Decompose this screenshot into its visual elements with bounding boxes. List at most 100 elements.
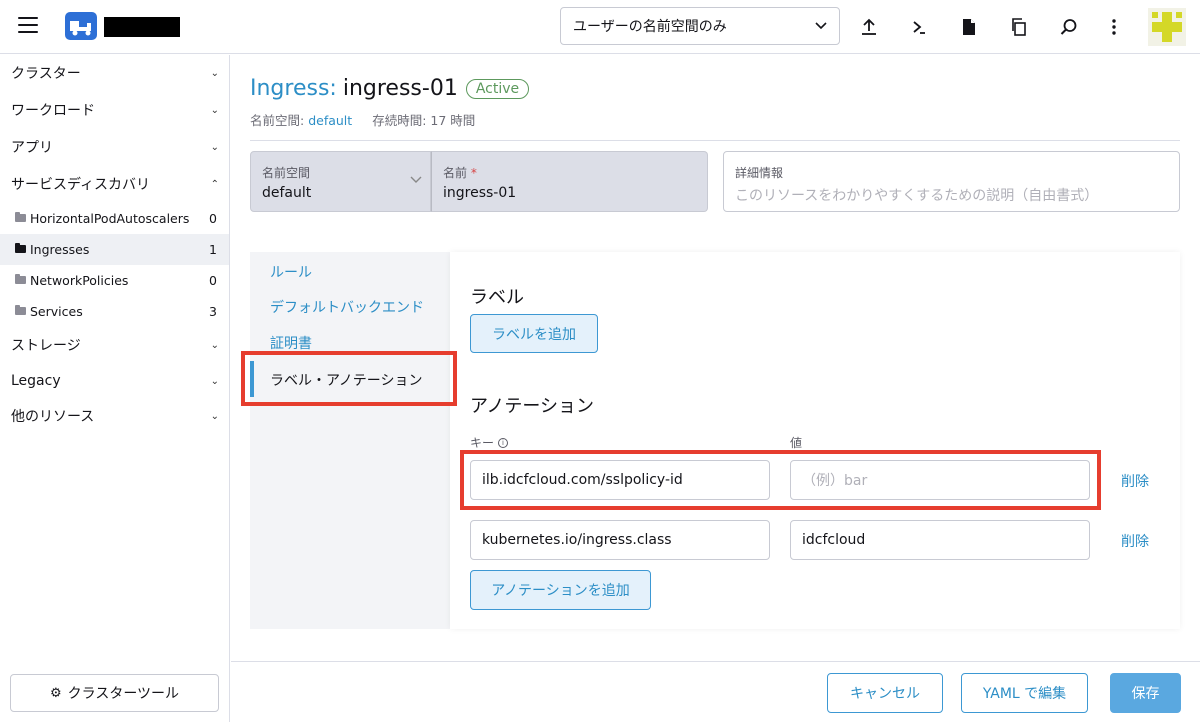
sidebar-item-label: Ingresses [30,242,90,257]
status-badge: Active [465,78,530,99]
chevron-down-icon: ⌄ [210,104,219,116]
value-column-header: 値 [790,436,803,450]
terminal-icon[interactable] [904,12,934,42]
folder-icon [15,304,26,315]
nav-group-label: サービスディスカバリ [11,177,151,193]
sidebar-item-label: HorizontalPodAutoscalers [30,211,190,226]
key-column-header: キー i [470,434,509,451]
add-label-button[interactable]: ラベルを追加 [470,314,598,353]
age-meta-label: 存続時間: [372,113,427,128]
namespace-link[interactable]: default [308,113,352,128]
name-field[interactable]: 名前 * ingress-01 [431,151,708,212]
name-label-text: 名前 [443,166,468,180]
nav-group-label: Legacy [11,373,61,389]
sidebar-item-ingresses[interactable]: Ingresses 1 [0,234,229,265]
chevron-down-icon [815,22,827,30]
name-field-label: 名前 * [443,164,696,181]
labels-heading: ラベル [470,287,524,308]
tab-rules[interactable]: ルール [270,262,312,282]
namespace-meta-label: 名前空間: [250,113,305,128]
edit-yaml-button[interactable]: YAML で編集 [961,673,1088,713]
folder-icon [15,273,26,284]
namespace-field-label: 名前空間 [262,166,311,180]
resource-kind-link[interactable]: Ingress: [250,76,337,101]
age-value: 17 時間 [430,113,476,128]
side-nav: クラスター ⌄ ワークロード ⌄ アプリ ⌄ サービスディスカバリ ⌃ Hori… [0,55,230,722]
namespace-select[interactable]: 名前空間 default [250,151,431,212]
required-marker: * [470,166,477,180]
form-footer: キャンセル YAML で編集 保存 [231,661,1200,722]
sidebar-item-networkpolicies[interactable]: NetworkPolicies 0 [0,265,229,296]
annotation-value-input[interactable]: idcfcloud [790,520,1090,560]
remove-annotation-button[interactable]: 削除 [1121,531,1149,551]
resource-meta: 名前空間: default 存続時間: 17 時間 [250,110,475,129]
search-icon[interactable] [1054,12,1084,42]
chevron-down-icon: ⌄ [210,339,219,351]
nav-group-label: ワークロード [11,103,95,119]
sidebar-item-services[interactable]: Services 3 [0,296,229,327]
copy-icon[interactable] [1004,12,1034,42]
folder-icon [15,242,26,253]
chevron-down-icon [410,176,422,183]
annotations-heading: アノテーション [470,396,595,417]
annotation-key-input[interactable]: kubernetes.io/ingress.class [470,520,770,560]
header-divider [250,140,1180,141]
remove-annotation-button[interactable]: 削除 [1121,471,1149,491]
key-header-label: キー [470,436,495,450]
more-vert-icon[interactable] [1099,12,1129,42]
tab-certificates[interactable]: 証明書 [270,333,312,353]
sidebar-item-count: 1 [209,242,217,257]
sidebar-item-count: 0 [209,211,217,226]
resource-name: ingress-01 [342,76,458,101]
nav-group-storage[interactable]: ストレージ ⌄ [0,327,229,363]
add-annotation-button[interactable]: アノテーションを追加 [470,570,651,610]
nav-group-label: クラスター [11,66,81,82]
nav-group-label: ストレージ [11,338,81,354]
namespace-filter-select[interactable]: ユーザーの名前空間のみ [560,7,840,45]
user-avatar[interactable] [1148,8,1186,46]
file-icon[interactable] [954,12,984,42]
nav-group-other-resources[interactable]: 他のリソース ⌄ [0,398,229,434]
cancel-button[interactable]: キャンセル [827,673,943,713]
nav-group-apps[interactable]: アプリ ⌄ [0,129,229,165]
name-field-value: ingress-01 [443,185,517,201]
sidebar-item-label: NetworkPolicies [30,273,129,288]
menu-icon[interactable] [18,17,38,35]
sidebar-item-count: 0 [209,273,217,288]
nav-group-label: アプリ [11,140,53,156]
namespace-field-value: default [262,185,312,201]
vertical-tabs: ルール デフォルトバックエンド 証明書 ラベル・アノテーション [250,252,450,629]
upload-icon[interactable] [854,12,884,42]
save-button[interactable]: 保存 [1110,673,1181,713]
tab-default-backend[interactable]: デフォルトバックエンド [270,297,424,317]
description-field-label: 詳細情報 [735,166,784,180]
cluster-tools-label: クラスターツール [67,686,180,702]
cluster-name-redacted [104,17,180,37]
folder-icon [15,211,26,222]
gear-icon: ⚙ [49,685,62,701]
nav-group-workload[interactable]: ワークロード ⌄ [0,92,229,128]
nav-group-label: 他のリソース [11,409,95,425]
nav-group-service-discovery[interactable]: サービスディスカバリ ⌃ [0,166,229,202]
namespace-filter-value: ユーザーの名前空間のみ [573,19,727,35]
chevron-down-icon: ⌄ [210,67,219,79]
page-title: Ingress: ingress-01 Active [250,76,530,101]
highlight-box-tab [241,351,457,406]
chevron-down-icon: ⌄ [210,410,219,422]
chevron-down-icon: ⌄ [210,375,219,387]
sidebar-item-hpa[interactable]: HorizontalPodAutoscalers 0 [0,203,229,234]
sidebar-item-count: 3 [209,304,217,319]
top-header: ユーザーの名前空間のみ [0,0,1200,54]
nav-group-legacy[interactable]: Legacy ⌄ [0,363,229,399]
age-meta: 存続時間: 17 時間 [372,110,475,129]
rancher-logo[interactable] [65,12,97,40]
chevron-down-icon: ⌄ [210,141,219,153]
highlight-box-annotation [460,450,1101,510]
cluster-tools-button[interactable]: ⚙ クラスターツール [10,674,219,712]
sidebar-item-label: Services [30,304,83,319]
info-icon[interactable]: i [498,437,509,448]
description-placeholder: このリソースをわかりやすくするための説明（自由書式） [735,188,1099,204]
namespace-meta: 名前空間: default [250,110,352,129]
description-field[interactable]: 詳細情報 このリソースをわかりやすくするための説明（自由書式） [723,151,1180,212]
nav-group-cluster[interactable]: クラスター ⌄ [0,55,229,91]
